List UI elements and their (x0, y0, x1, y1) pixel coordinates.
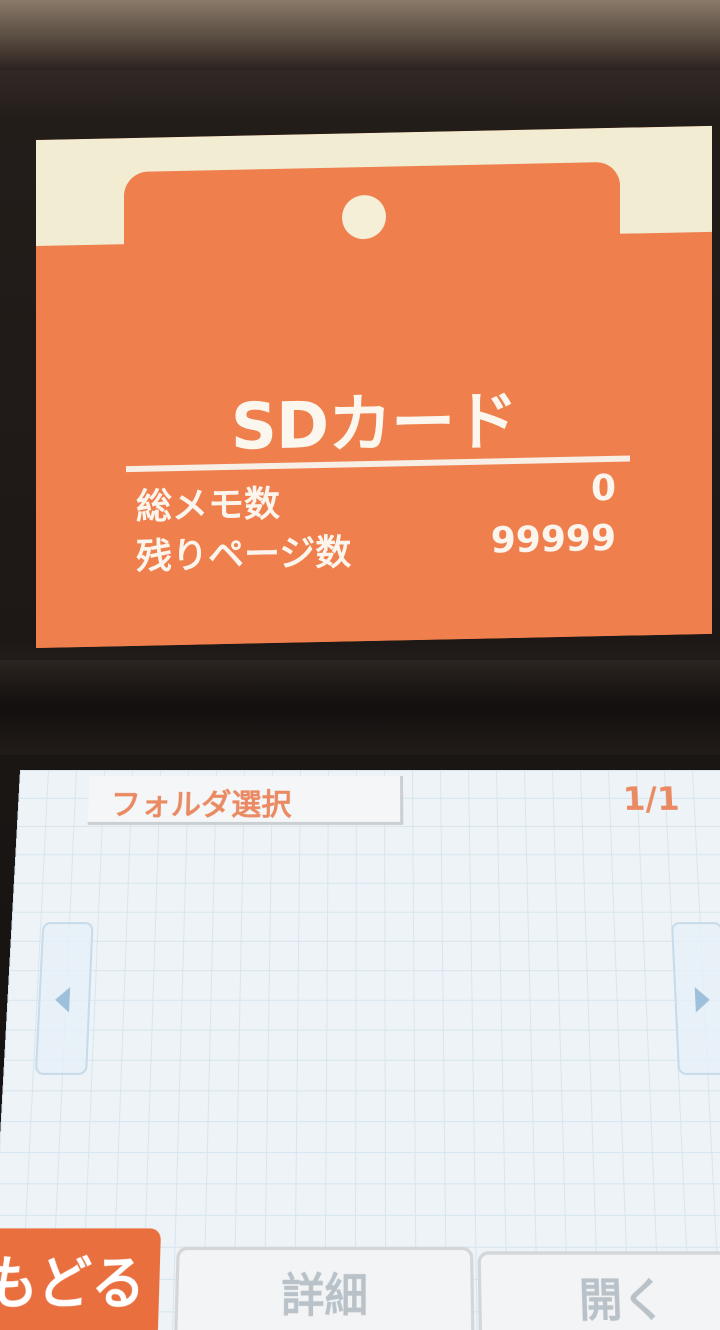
top-screen: SDカード 総メモ数 0 残りページ数 99999 (36, 126, 712, 648)
device-hinge (0, 660, 720, 755)
handheld-device: SDカード 総メモ数 0 残りページ数 99999 フォルダ選択 1/1 もどる… (0, 0, 720, 1280)
stat-label: 残りページ数 (136, 523, 351, 580)
detail-button[interactable]: 詳細 (173, 1247, 475, 1330)
bottom-screen: フォルダ選択 1/1 もどる 詳細 開く (0, 770, 720, 1330)
scroll-left-arrow-icon[interactable] (35, 922, 94, 1075)
back-button[interactable]: もどる (0, 1228, 161, 1330)
folder-select-header: フォルダ選択 (88, 776, 404, 825)
page-indicator: 1/1 (622, 780, 680, 818)
stat-label: 総メモ数 (136, 475, 280, 530)
device-top-edge (0, 0, 720, 70)
stat-value: 0 (591, 468, 616, 510)
scroll-right-arrow-icon[interactable] (671, 922, 720, 1075)
open-button[interactable]: 開く (478, 1251, 720, 1330)
folder-select-label: フォルダ選択 (110, 780, 292, 824)
stat-value: 99999 (491, 518, 616, 562)
